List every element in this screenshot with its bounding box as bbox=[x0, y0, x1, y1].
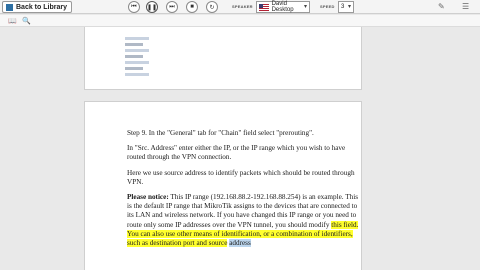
back-to-library-label: Back to Library bbox=[16, 3, 67, 11]
toolbar: Back to Library ⏮ ❚❚ ⏭ ■ ↻ SPEAKER David… bbox=[0, 0, 480, 14]
speed-value: 3 bbox=[341, 4, 345, 10]
speed-select[interactable]: 3 ▾ bbox=[338, 1, 354, 13]
src-address-paragraph: In "Src. Address" enter either the IP, o… bbox=[127, 144, 346, 162]
selected-word[interactable]: address bbox=[229, 239, 251, 248]
next-icon[interactable]: ⏭ bbox=[166, 1, 178, 13]
book-icon[interactable]: 📖 bbox=[8, 17, 17, 25]
previous-page bbox=[84, 27, 362, 90]
notice-label: Please notice: bbox=[127, 193, 169, 202]
back-to-library-button[interactable]: Back to Library bbox=[2, 1, 72, 13]
library-icon bbox=[6, 3, 13, 11]
pen-icon[interactable]: ✎ bbox=[438, 2, 445, 11]
document-text: Step 9. In the "General" tab for "Chain"… bbox=[127, 129, 359, 254]
current-page: Step 9. In the "General" tab for "Chain"… bbox=[84, 101, 362, 270]
menu-icon[interactable]: ☰ bbox=[462, 2, 469, 11]
previous-icon[interactable]: ⏮ bbox=[128, 1, 140, 13]
chevron-down-icon: ▾ bbox=[303, 4, 307, 10]
pause-icon[interactable]: ❚❚ bbox=[146, 1, 158, 13]
source-address-paragraph: Here we use source address to identify p… bbox=[127, 168, 355, 186]
speaker-label: SPEAKER bbox=[232, 4, 253, 9]
step-paragraph: Step 9. In the "General" tab for "Chain"… bbox=[127, 129, 314, 137]
chevron-down-icon: ▾ bbox=[347, 4, 351, 10]
search-icon[interactable]: 🔍 bbox=[22, 17, 31, 25]
refresh-icon[interactable]: ↻ bbox=[206, 1, 218, 13]
notice-paragraph: Please notice: This IP range (192.168.88… bbox=[127, 193, 359, 248]
screenshot-image bbox=[125, 37, 155, 87]
speed-label: SPEED bbox=[320, 4, 335, 9]
us-flag-icon bbox=[259, 3, 269, 11]
reader-app: Back to Library ⏮ ❚❚ ⏭ ■ ↻ SPEAKER David… bbox=[0, 0, 480, 270]
secondary-toolbar: 📖 🔍 bbox=[0, 15, 480, 27]
stop-icon[interactable]: ■ bbox=[186, 1, 198, 13]
speaker-select[interactable]: David Desktop ▾ bbox=[256, 1, 310, 13]
